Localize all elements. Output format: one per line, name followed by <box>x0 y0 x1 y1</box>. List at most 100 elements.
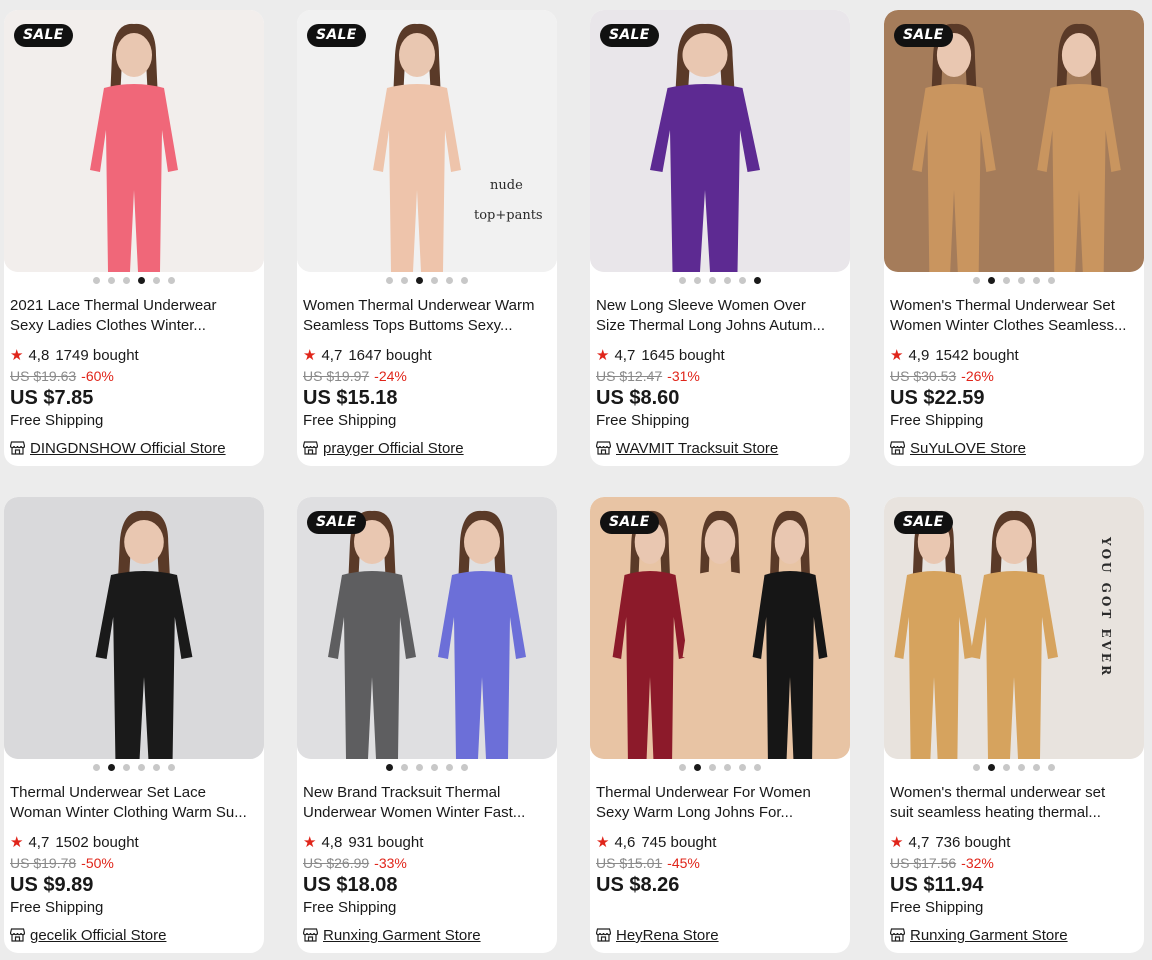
product-title[interactable]: Women's thermal underwear set suit seamle… <box>890 783 1140 823</box>
carousel-dot[interactable] <box>401 764 408 771</box>
carousel-dot[interactable] <box>446 764 453 771</box>
carousel-dot[interactable] <box>108 277 115 284</box>
carousel-dot[interactable] <box>1048 277 1055 284</box>
product-title-line[interactable]: Size Thermal Long Johns Autum... <box>596 316 846 336</box>
carousel-dot[interactable] <box>754 764 761 771</box>
carousel-dot-active[interactable] <box>694 764 701 771</box>
carousel-dot[interactable] <box>431 764 438 771</box>
store-name[interactable]: SuYuLOVE Store <box>910 440 1026 457</box>
image-carousel-dots[interactable] <box>4 764 264 771</box>
carousel-dot[interactable] <box>153 277 160 284</box>
carousel-dot[interactable] <box>168 764 175 771</box>
store-name[interactable]: WAVMIT Tracksuit Store <box>616 440 778 457</box>
image-carousel-dots[interactable] <box>884 277 1144 284</box>
carousel-dot[interactable] <box>1003 764 1010 771</box>
product-card[interactable]: SALE New Brand Tracksuit Thermal Underwear… <box>297 497 557 953</box>
carousel-dot-active[interactable] <box>988 764 995 771</box>
product-image[interactable]: SALE <box>297 497 557 759</box>
carousel-dot-active[interactable] <box>416 277 423 284</box>
product-title-line[interactable]: Seamless Tops Buttoms Sexy... <box>303 316 553 336</box>
store-name[interactable]: Runxing Garment Store <box>910 927 1068 944</box>
store-link[interactable]: Runxing Garment Store <box>303 926 481 946</box>
product-title-line[interactable]: New Long Sleeve Women Over <box>596 296 846 316</box>
carousel-dot[interactable] <box>1033 764 1040 771</box>
store-link[interactable]: DINGDNSHOW Official Store <box>10 439 226 459</box>
store-name[interactable]: gecelik Official Store <box>30 927 166 944</box>
image-carousel-dots[interactable] <box>590 277 850 284</box>
carousel-dot[interactable] <box>446 277 453 284</box>
carousel-dot[interactable] <box>1003 277 1010 284</box>
store-name[interactable]: prayger Official Store <box>323 440 464 457</box>
carousel-dot[interactable] <box>709 764 716 771</box>
product-title-line[interactable]: Sexy Ladies Clothes Winter... <box>10 316 260 336</box>
product-title-line[interactable]: Women's thermal underwear set <box>890 783 1140 803</box>
carousel-dot[interactable] <box>739 764 746 771</box>
carousel-dot[interactable] <box>138 764 145 771</box>
product-card[interactable]: SALE 2021 Lace Thermal Underwear Sexy Ladi… <box>4 10 264 466</box>
store-link[interactable]: HeyRena Store <box>596 926 719 946</box>
image-carousel-dots[interactable] <box>297 764 557 771</box>
store-link[interactable]: SuYuLOVE Store <box>890 439 1026 459</box>
product-title[interactable]: 2021 Lace Thermal Underwear Sexy Ladies C… <box>10 296 260 336</box>
product-card[interactable]: SALE YOU GOT EVER Women's thermal underwea… <box>884 497 1144 953</box>
carousel-dot-active[interactable] <box>754 277 761 284</box>
product-title-line[interactable]: New Brand Tracksuit Thermal <box>303 783 553 803</box>
carousel-dot[interactable] <box>461 277 468 284</box>
carousel-dot[interactable] <box>416 764 423 771</box>
product-title-line[interactable]: Thermal Underwear For Women <box>596 783 846 803</box>
product-title-line[interactable]: Women Thermal Underwear Warm <box>303 296 553 316</box>
carousel-dot[interactable] <box>153 764 160 771</box>
product-image[interactable]: SALE <box>590 497 850 759</box>
carousel-dot[interactable] <box>1018 277 1025 284</box>
store-link[interactable]: Runxing Garment Store <box>890 926 1068 946</box>
product-card[interactable]: SALE New Long Sleeve Women Over Size Therm… <box>590 10 850 466</box>
product-title[interactable]: Thermal Underwear For Women Sexy Warm Lon… <box>596 783 846 823</box>
image-carousel-dots[interactable] <box>884 764 1144 771</box>
store-name[interactable]: Runxing Garment Store <box>323 927 481 944</box>
carousel-dot[interactable] <box>93 277 100 284</box>
product-card[interactable]: Thermal Underwear Set Lace Woman Winter C… <box>4 497 264 953</box>
product-card[interactable]: SALE Thermal Underwear For Women Sexy Warm… <box>590 497 850 953</box>
carousel-dot-active[interactable] <box>138 277 145 284</box>
carousel-dot[interactable] <box>709 277 716 284</box>
product-title-line[interactable]: suit seamless heating thermal... <box>890 803 1140 823</box>
product-image[interactable]: SALE <box>590 10 850 272</box>
product-title-line[interactable]: Sexy Warm Long Johns For... <box>596 803 846 823</box>
carousel-dot[interactable] <box>724 277 731 284</box>
carousel-dot[interactable] <box>401 277 408 284</box>
product-title[interactable]: New Brand Tracksuit Thermal Underwear Wom… <box>303 783 553 823</box>
product-title-line[interactable]: Thermal Underwear Set Lace <box>10 783 260 803</box>
product-title[interactable]: Women Thermal Underwear Warm Seamless Top… <box>303 296 553 336</box>
carousel-dot[interactable] <box>973 277 980 284</box>
product-image[interactable]: SALE nude top+pants <box>297 10 557 272</box>
store-link[interactable]: WAVMIT Tracksuit Store <box>596 439 778 459</box>
store-name[interactable]: DINGDNSHOW Official Store <box>30 440 226 457</box>
carousel-dot-active[interactable] <box>108 764 115 771</box>
product-image[interactable]: SALE <box>4 10 264 272</box>
product-title-line[interactable]: 2021 Lace Thermal Underwear <box>10 296 260 316</box>
carousel-dot[interactable] <box>973 764 980 771</box>
carousel-dot[interactable] <box>739 277 746 284</box>
carousel-dot[interactable] <box>694 277 701 284</box>
carousel-dot[interactable] <box>1033 277 1040 284</box>
store-link[interactable]: gecelik Official Store <box>10 926 166 946</box>
product-card[interactable]: SALE Women's Thermal Underwear Set Women W… <box>884 10 1144 466</box>
carousel-dot[interactable] <box>679 277 686 284</box>
product-title-line[interactable]: Women Winter Clothes Seamless... <box>890 316 1140 336</box>
product-title[interactable]: New Long Sleeve Women Over Size Thermal L… <box>596 296 846 336</box>
carousel-dot[interactable] <box>168 277 175 284</box>
carousel-dot[interactable] <box>461 764 468 771</box>
product-image[interactable]: SALE YOU GOT EVER <box>884 497 1144 759</box>
product-image[interactable]: SALE <box>884 10 1144 272</box>
product-title-line[interactable]: Underwear Women Winter Fast... <box>303 803 553 823</box>
product-title[interactable]: Thermal Underwear Set Lace Woman Winter C… <box>10 783 260 823</box>
carousel-dot[interactable] <box>1048 764 1055 771</box>
carousel-dot[interactable] <box>431 277 438 284</box>
product-title[interactable]: Women's Thermal Underwear Set Women Winte… <box>890 296 1140 336</box>
image-carousel-dots[interactable] <box>297 277 557 284</box>
product-title-line[interactable]: Woman Winter Clothing Warm Su... <box>10 803 260 823</box>
product-title-line[interactable]: Women's Thermal Underwear Set <box>890 296 1140 316</box>
carousel-dot[interactable] <box>93 764 100 771</box>
carousel-dot[interactable] <box>386 277 393 284</box>
product-image[interactable] <box>4 497 264 759</box>
